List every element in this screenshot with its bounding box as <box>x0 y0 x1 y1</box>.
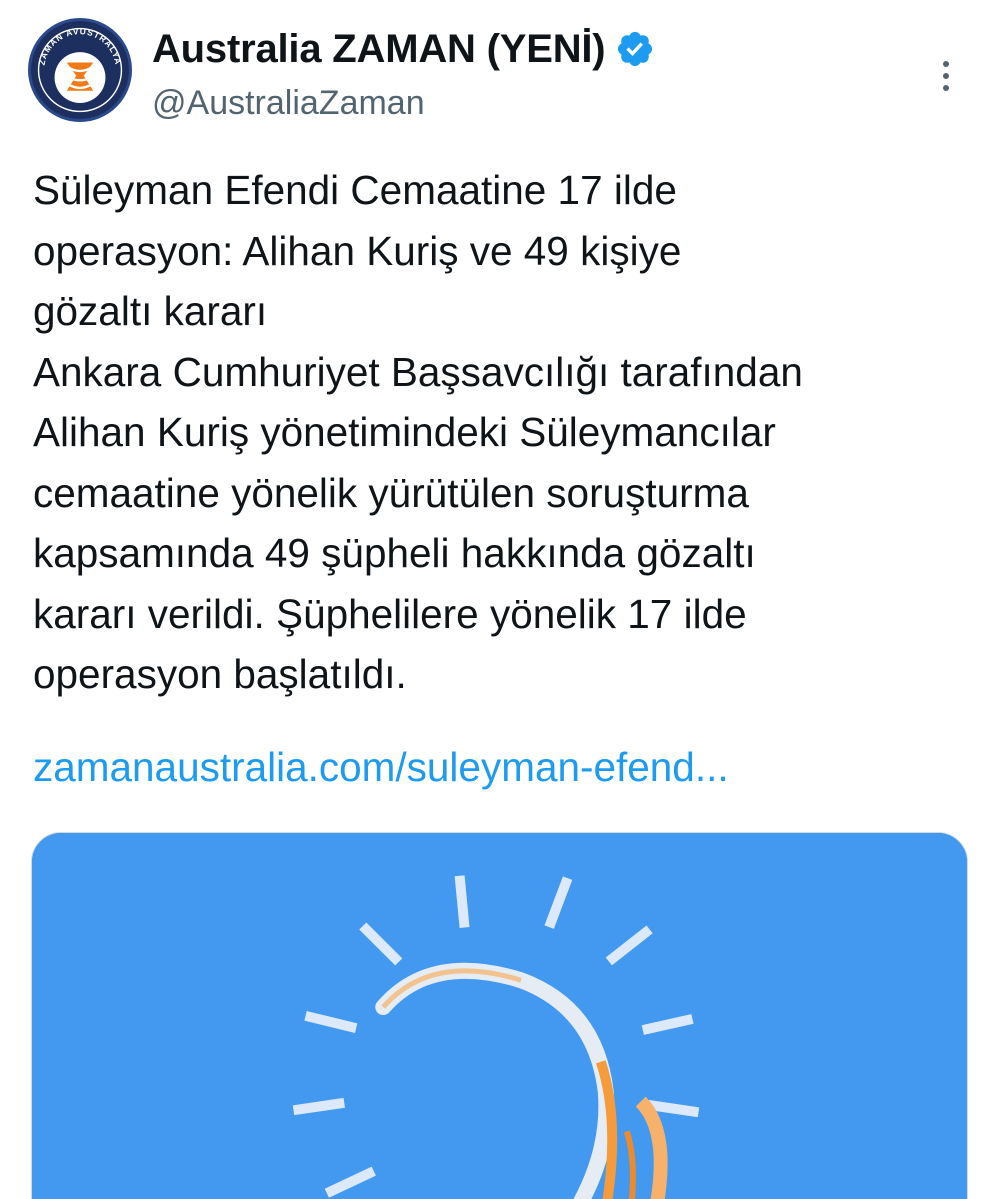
author-handle[interactable]: @AustraliaZaman <box>152 84 425 123</box>
author-display-name[interactable]: Australia ZAMAN (YENİ) <box>152 27 606 72</box>
more-options-button[interactable] <box>922 52 970 100</box>
verified-badge-icon <box>618 31 653 67</box>
tweet-link[interactable]: zamanaustralia.com/suleyman-efend... <box>33 740 729 794</box>
author-name-row: Australia ZAMAN (YENİ) <box>152 22 655 76</box>
tweet-card: ZAMAN AVUSTRALYA Australia ZAMAN (YENİ) … <box>0 0 998 1199</box>
tweet-text: Süleyman Efendi Cemaatine 17 ilde operas… <box>33 167 803 697</box>
avatar[interactable]: ZAMAN AVUSTRALYA <box>28 18 132 122</box>
zaman-australia-logo: ZAMAN AVUSTRALYA <box>32 22 128 118</box>
more-vertical-icon <box>943 61 949 67</box>
link-preview-image[interactable] <box>31 832 968 1199</box>
ak-party-bulb-logo <box>32 833 967 1199</box>
